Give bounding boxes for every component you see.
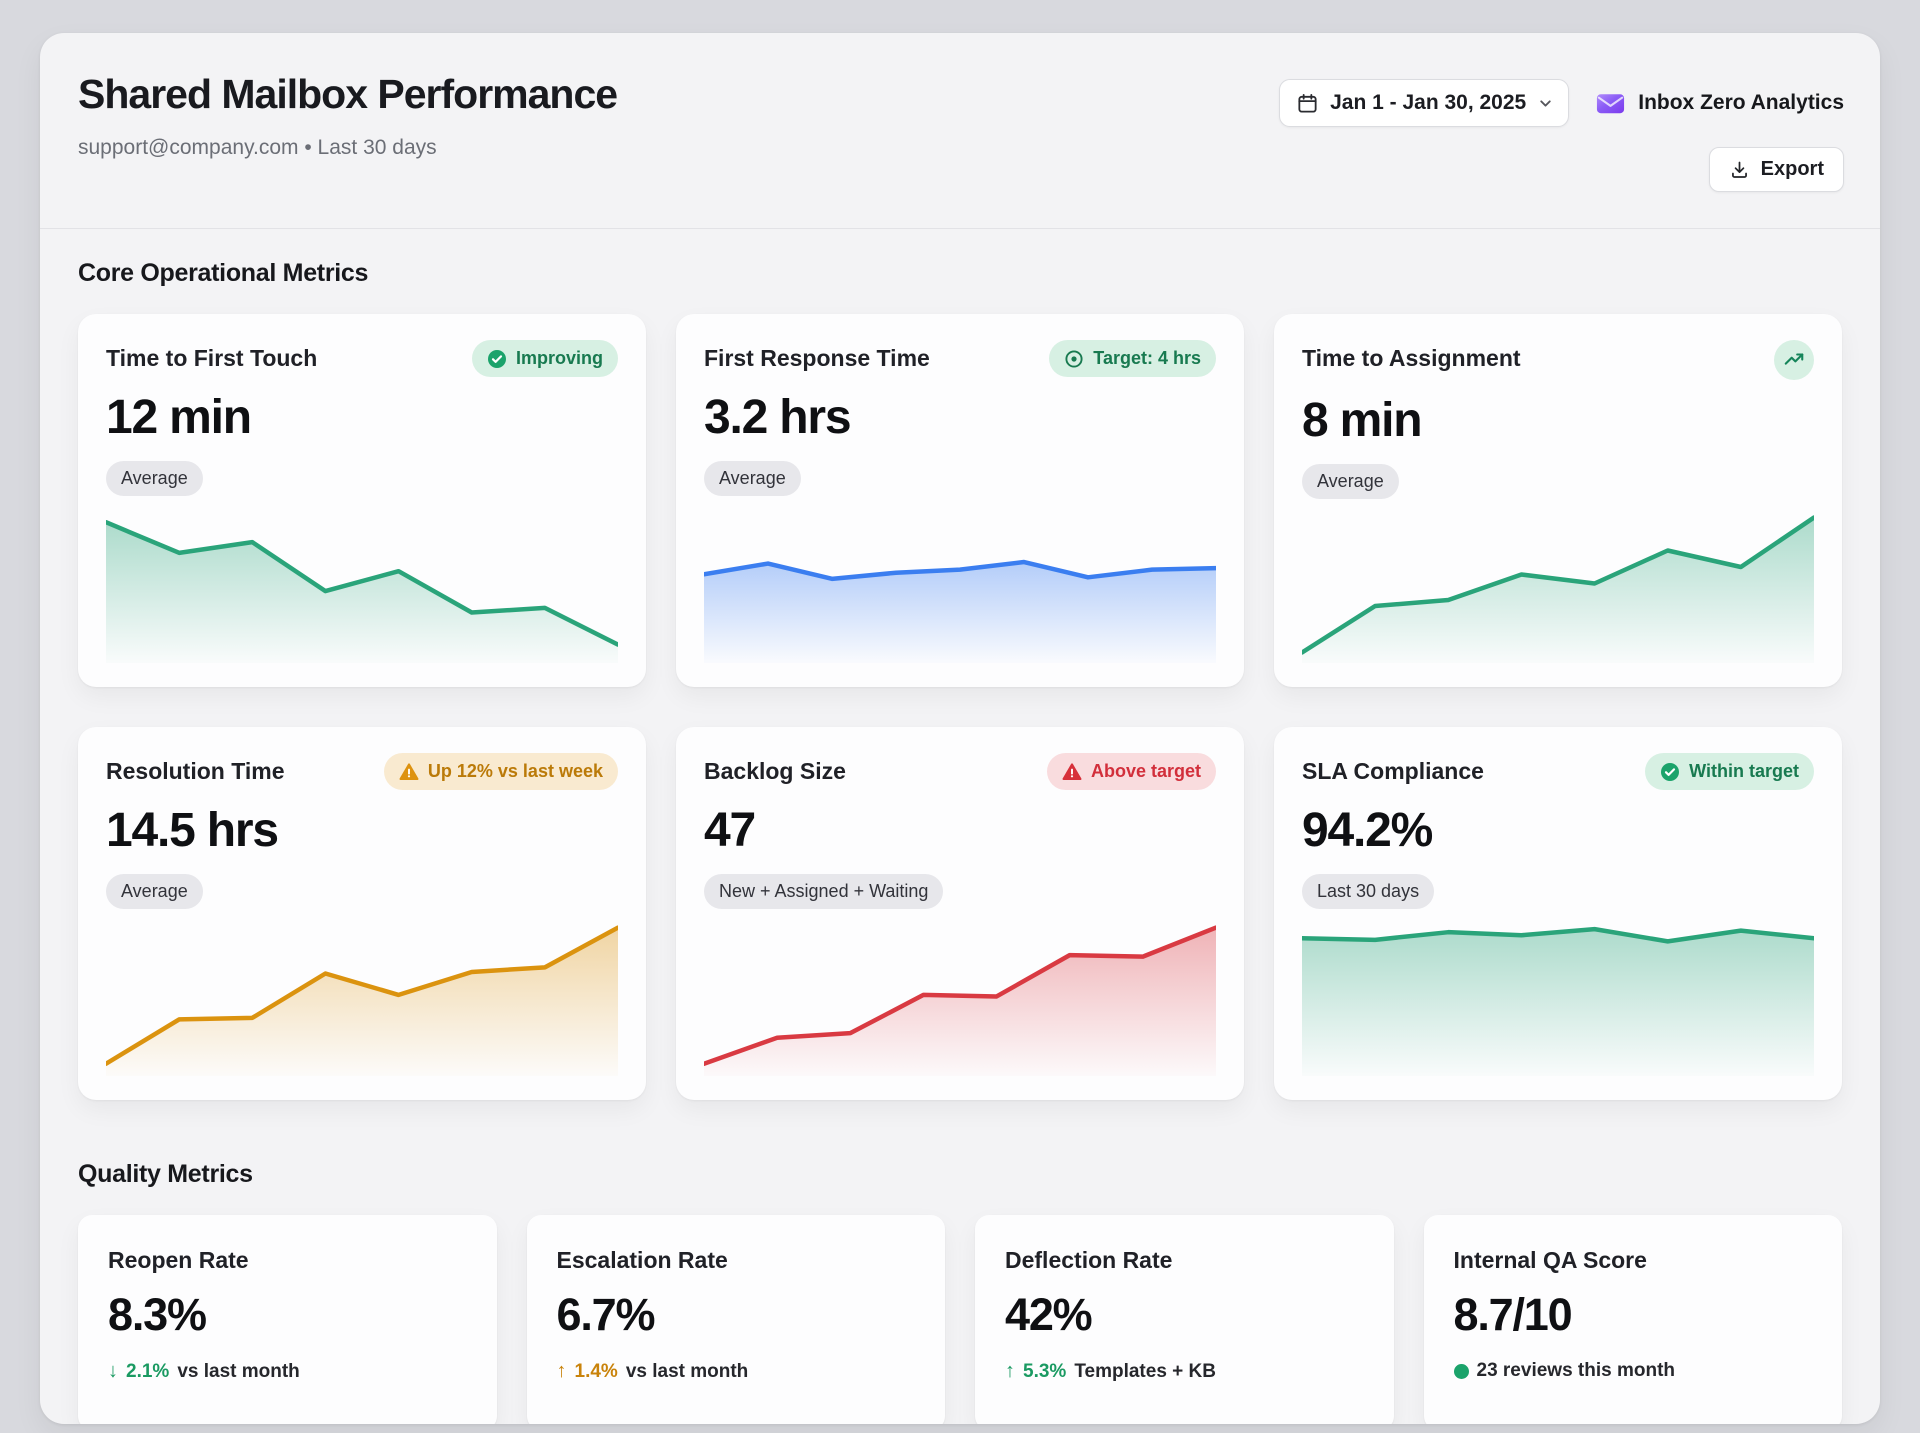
quality-card-reopen-rate: Reopen Rate 8.3% ↓ 2.1% vs last month [78,1215,497,1424]
header-divider [40,228,1880,229]
sparkline-chart [1302,513,1814,663]
sparkline-chart [704,923,1216,1076]
sparkline-chart [106,510,618,663]
metric-delta: ↑ 1.4% vs last month [557,1360,916,1383]
badge-label: Up 12% vs last week [428,761,603,782]
metric-pill: Average [1302,464,1399,499]
delta-value: 5.3% [1023,1361,1066,1383]
badge-label: Above target [1091,761,1201,782]
export-label: Export [1761,158,1824,181]
quality-card-deflection-rate: Deflection Rate 42% ↑ 5.3% Templates + K… [975,1215,1394,1424]
metric-card-first-response-time: First Response Time Target: 4 hrs 3.2 hr… [676,314,1244,687]
export-button[interactable]: Export [1709,147,1844,192]
download-icon [1729,159,1750,180]
status-badge-danger: Above target [1047,753,1216,790]
delta-value: 2.1% [126,1361,169,1383]
core-metrics-grid: Time to First Touch Improving 12 min Ave… [78,314,1842,1100]
arrow-up-icon: ↑ [1005,1360,1015,1383]
dashboard-container: Shared Mailbox Performance support@compa… [40,33,1880,1424]
header: Shared Mailbox Performance support@compa… [40,33,1880,192]
quality-metrics-grid: Reopen Rate 8.3% ↓ 2.1% vs last month Es… [78,1215,1842,1424]
metric-title: First Response Time [704,340,930,372]
metric-title: SLA Compliance [1302,753,1484,785]
metric-value: 94.2% [1302,803,1814,858]
metric-value: 14.5 hrs [106,803,618,858]
badge-label: Target: 4 hrs [1093,348,1201,369]
metric-title: Time to First Touch [106,340,317,372]
status-badge-within-target: Within target [1645,753,1814,790]
warning-triangle-icon [399,762,419,782]
metric-value: 6.7% [557,1289,916,1341]
metric-value: 8.3% [108,1289,467,1341]
arrow-down-icon: ↓ [108,1360,118,1383]
metric-pill: Average [704,461,801,496]
metric-value: 47 [704,803,1216,858]
badge-label: Improving [516,348,603,369]
chevron-down-icon [1537,95,1554,112]
metric-value: 12 min [106,390,618,445]
mail-logo-icon [1595,88,1626,119]
warning-triangle-icon [1062,762,1082,782]
metric-title: Resolution Time [106,753,285,785]
status-badge-warning: Up 12% vs last week [384,753,618,790]
delta-text: 23 reviews this month [1477,1360,1676,1382]
status-badge-target: Target: 4 hrs [1049,340,1216,377]
metric-title: Deflection Rate [1005,1247,1364,1274]
sparkline-chart [1302,923,1814,1076]
metric-delta: 23 reviews this month [1454,1360,1813,1382]
metric-delta: ↑ 5.3% Templates + KB [1005,1360,1364,1383]
delta-value: 1.4% [575,1361,618,1383]
date-range-selector[interactable]: Jan 1 - Jan 30, 2025 [1279,79,1569,127]
metric-title: Time to Assignment [1302,340,1521,372]
metric-pill: New + Assigned + Waiting [704,874,943,909]
page-title: Shared Mailbox Performance [78,71,617,118]
metric-value: 8.7/10 [1454,1289,1813,1341]
metric-card-time-to-first-touch: Time to First Touch Improving 12 min Ave… [78,314,646,687]
arrow-up-icon: ↑ [557,1360,567,1383]
check-circle-icon [1660,762,1680,782]
metric-title: Internal QA Score [1454,1247,1813,1274]
metric-pill: Last 30 days [1302,874,1434,909]
check-circle-icon [487,349,507,369]
date-range-label: Jan 1 - Jan 30, 2025 [1330,91,1526,115]
status-badge-improving: Improving [472,340,618,377]
brand-name: Inbox Zero Analytics [1638,91,1844,115]
metric-title: Reopen Rate [108,1247,467,1274]
metric-pill: Average [106,461,203,496]
metric-card-resolution-time: Resolution Time Up 12% vs last week 14.5… [78,727,646,1100]
section-title-quality: Quality Metrics [78,1160,1842,1189]
metric-value: 42% [1005,1289,1364,1341]
header-right: Jan 1 - Jan 30, 2025 [1279,71,1844,192]
header-left: Shared Mailbox Performance support@compa… [78,71,617,192]
sparkline-chart [704,510,1216,663]
delta-text: vs last month [177,1361,299,1383]
metric-delta: ↓ 2.1% vs last month [108,1360,467,1383]
target-icon [1064,349,1084,369]
quality-card-escalation-rate: Escalation Rate 6.7% ↑ 1.4% vs last mont… [527,1215,946,1424]
status-dot-icon [1454,1364,1469,1379]
metric-title: Backlog Size [704,753,846,785]
metric-value: 8 min [1302,393,1814,448]
badge-label: Within target [1689,761,1799,782]
quality-card-internal-qa-score: Internal QA Score 8.7/10 23 reviews this… [1424,1215,1843,1424]
metric-pill: Average [106,874,203,909]
metric-card-time-to-assignment: Time to Assignment 8 min Average [1274,314,1842,687]
calendar-icon [1296,92,1319,115]
sparkline-chart [106,923,618,1076]
metric-value: 3.2 hrs [704,390,1216,445]
metric-title: Escalation Rate [557,1247,916,1274]
metric-card-sla-compliance: SLA Compliance Within target 94.2% Last … [1274,727,1842,1100]
page-subtitle: support@company.com • Last 30 days [78,136,617,160]
delta-text: vs last month [626,1361,748,1383]
section-title-core: Core Operational Metrics [78,259,1842,288]
delta-text: Templates + KB [1074,1361,1216,1383]
metric-card-backlog-size: Backlog Size Above target 47 New + Assig… [676,727,1244,1100]
brand: Inbox Zero Analytics [1595,88,1844,119]
main-content: Core Operational Metrics Time to First T… [40,259,1880,1424]
trending-up-icon [1774,340,1814,380]
